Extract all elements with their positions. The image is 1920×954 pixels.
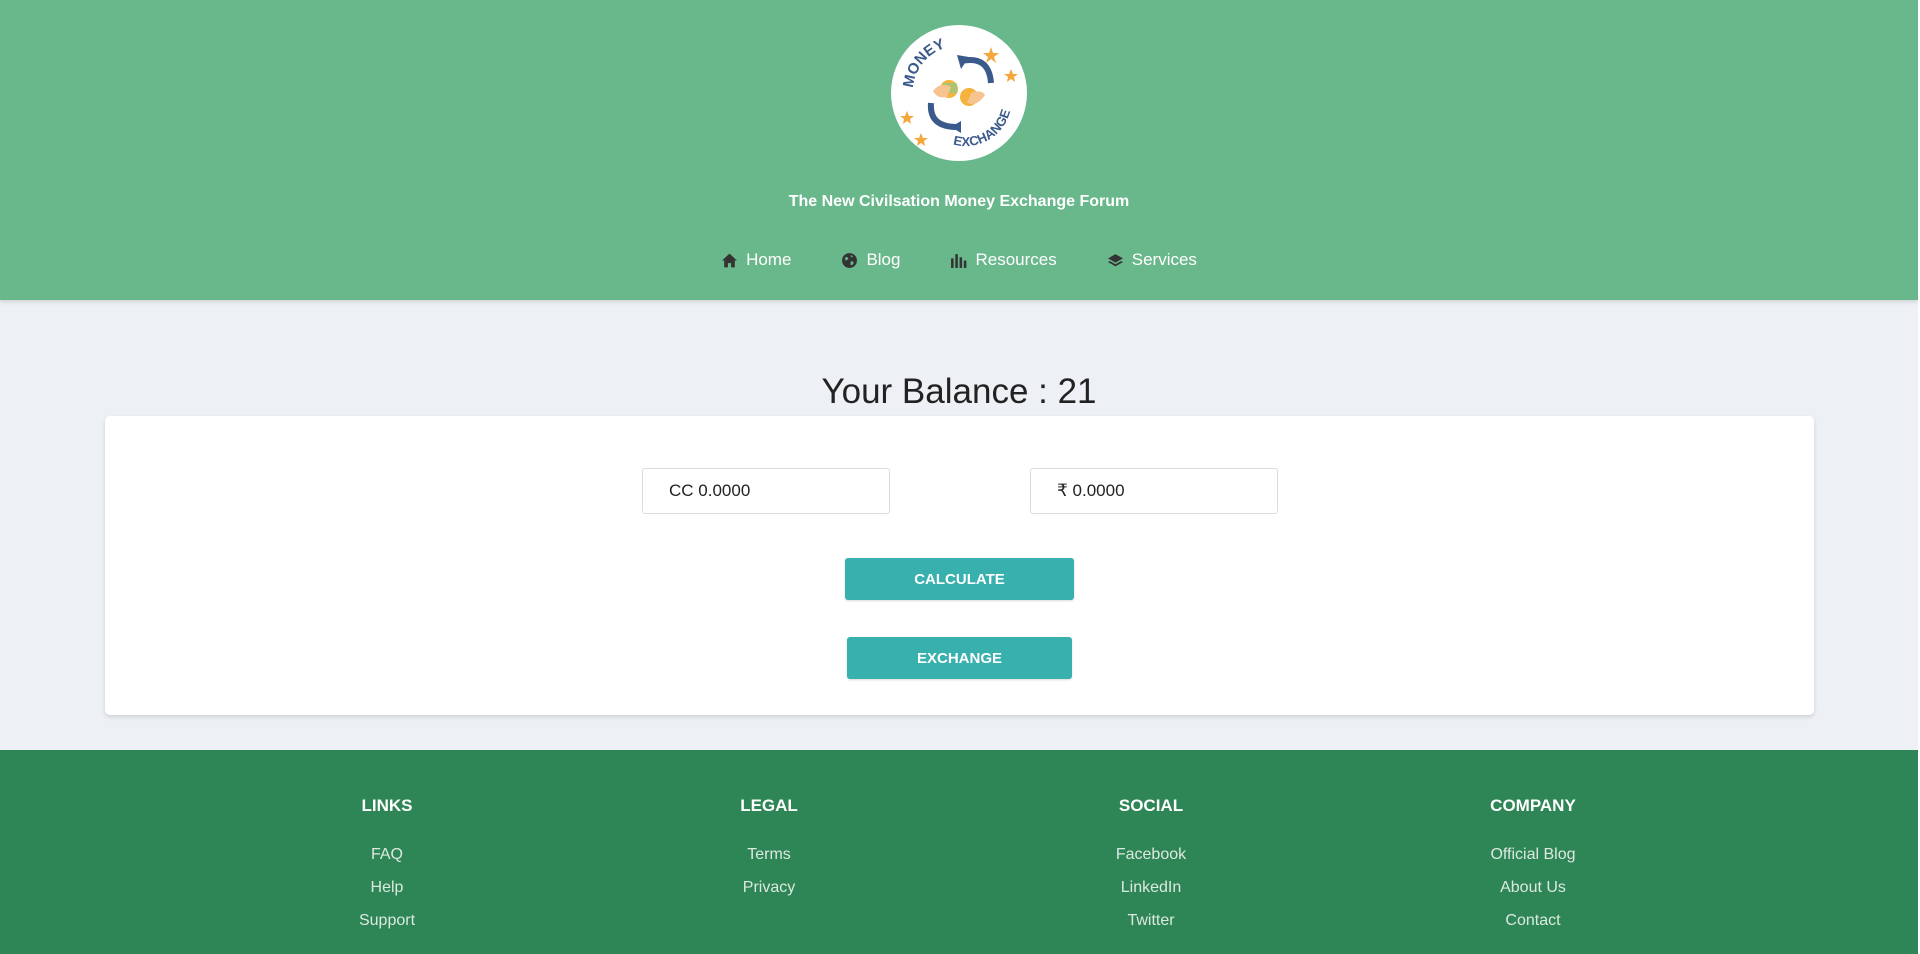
footer-link-official-blog[interactable]: Official Blog: [1413, 838, 1653, 871]
footer-link-facebook[interactable]: Facebook: [1031, 838, 1271, 871]
balance-heading: Your Balance : 21: [821, 372, 1097, 411]
site-title: The New Civilsation Money Exchange Forum: [788, 193, 1130, 210]
site-header: MONEY EXCHANGE The New Civilsation Money…: [0, 0, 1918, 300]
nav-item-blog[interactable]: Blog: [841, 250, 900, 270]
footer-link-support[interactable]: Support: [267, 904, 507, 937]
footer-heading: SOCIAL: [1118, 796, 1184, 815]
exchange-card: CALCULATE EXCHANGE: [105, 416, 1814, 715]
home-icon: [722, 253, 738, 267]
calculate-button[interactable]: CALCULATE: [845, 558, 1074, 600]
nav-item-label: Services: [1131, 250, 1197, 269]
bar-chart-icon: [951, 253, 967, 268]
footer-heading: COMPANY: [1490, 796, 1576, 815]
nav-item-label: Resources: [975, 250, 1057, 269]
globe-icon: [842, 252, 858, 268]
cc-amount-field[interactable]: [642, 468, 890, 514]
footer-link-twitter[interactable]: Twitter: [1031, 904, 1271, 937]
layers-icon: [1107, 253, 1123, 266]
footer-link-privacy[interactable]: Privacy: [649, 871, 889, 904]
inr-amount-input[interactable]: [1057, 481, 1277, 501]
footer-column-social: SOCIAL Facebook LinkedIn Twitter: [1031, 796, 1271, 937]
footer-link-about-us[interactable]: About Us: [1413, 871, 1653, 904]
nav-item-services[interactable]: Services: [1107, 250, 1197, 270]
site-footer: LINKS FAQ Help Support LEGAL Terms Priva…: [0, 750, 1918, 954]
footer-heading: LEGAL: [740, 796, 798, 815]
exchange-button[interactable]: EXCHANGE: [847, 637, 1072, 679]
footer-link-linkedin[interactable]: LinkedIn: [1031, 871, 1271, 904]
page: MONEY EXCHANGE The New Civilsation Money…: [0, 0, 1918, 954]
footer-heading: LINKS: [361, 796, 413, 815]
inr-amount-field[interactable]: [1030, 468, 1278, 514]
money-exchange-logo[interactable]: MONEY EXCHANGE: [891, 25, 1027, 161]
footer-link-faq[interactable]: FAQ: [267, 838, 507, 871]
logo-graphic: MONEY EXCHANGE: [893, 27, 1025, 159]
footer-link-terms[interactable]: Terms: [649, 838, 889, 871]
nav-item-label: Home: [746, 250, 792, 269]
cc-amount-input[interactable]: [669, 481, 889, 501]
footer-column-company: COMPANY Official Blog About Us Contact: [1413, 796, 1653, 937]
nav-item-label: Blog: [866, 250, 901, 269]
footer-column-legal: LEGAL Terms Privacy: [649, 796, 889, 904]
nav-item-resources[interactable]: Resources: [950, 250, 1057, 270]
footer-link-contact[interactable]: Contact: [1413, 904, 1653, 937]
footer-column-links: LINKS FAQ Help Support: [267, 796, 507, 937]
main-nav: Home Blog Resources Services: [0, 250, 1918, 270]
nav-item-home[interactable]: Home: [721, 250, 791, 270]
footer-link-help[interactable]: Help: [267, 871, 507, 904]
